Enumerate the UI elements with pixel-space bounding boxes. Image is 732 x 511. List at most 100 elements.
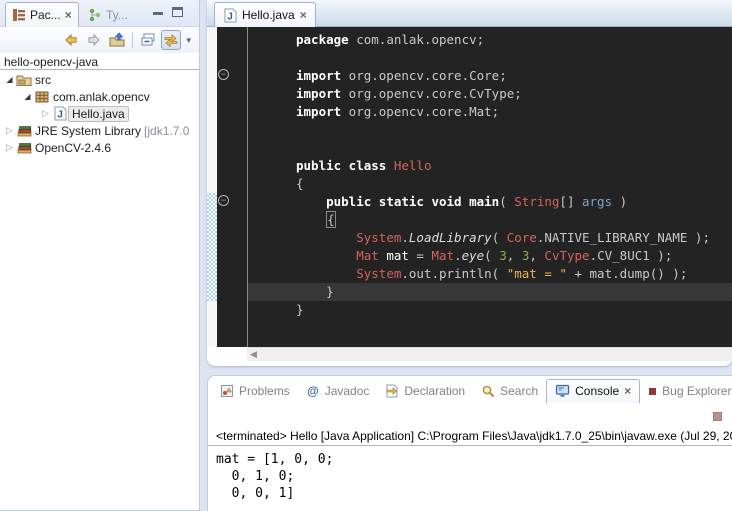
tree-item-label: src	[32, 73, 54, 87]
divider	[208, 445, 732, 446]
console-icon	[555, 384, 570, 398]
package-explorer-tree: ◢ src ◢ com.anlak.opencv ▷ J Hello.java ▷ JRE Sy…	[0, 71, 199, 156]
minimize-icon[interactable]	[153, 7, 163, 15]
code-line	[296, 139, 710, 157]
editor-panel: J Hello.java × −− package com.anlak.open…	[207, 0, 732, 366]
javadoc-icon: @	[306, 384, 320, 398]
type-hierarchy-icon	[88, 8, 102, 22]
tree-item-src[interactable]: ◢ src	[0, 71, 199, 88]
code-area[interactable]: package com.anlak.opencv; import org.ope…	[247, 27, 732, 347]
view-menu-icon[interactable]: ▾	[184, 35, 193, 46]
package-folder-icon	[15, 72, 32, 88]
tab-type-hierarchy-label: Ty...	[106, 8, 128, 22]
maximize-icon[interactable]	[172, 7, 183, 17]
close-icon[interactable]: ×	[65, 10, 72, 20]
divider	[0, 69, 199, 70]
code-line: System.out.println( "mat = " + mat.dump(…	[296, 265, 710, 283]
horizontal-scrollbar[interactable]: ◀	[247, 347, 732, 361]
folding-margin[interactable]: −−	[217, 27, 247, 347]
tab-label: Search	[500, 384, 538, 398]
tree-item-label: JRE System Library	[32, 124, 144, 138]
code-line: import org.opencv.core.Mat;	[296, 103, 710, 121]
svg-text:J: J	[227, 12, 233, 23]
forward-icon[interactable]	[84, 30, 104, 50]
editor-tab-hello-java[interactable]: J Hello.java ×	[214, 2, 316, 27]
link-with-editor-icon[interactable]	[161, 30, 181, 50]
tab-label: Declaration	[404, 384, 465, 398]
tab-javadoc[interactable]: @ Javadoc	[298, 380, 378, 403]
tab-label: Console	[575, 384, 619, 398]
declaration-icon	[385, 384, 399, 398]
editor-body[interactable]: −− package com.anlak.opencv; import org.…	[207, 27, 732, 347]
tab-problems[interactable]: Problems	[212, 380, 298, 403]
problems-icon	[220, 384, 234, 398]
tree-item-label: OpenCV-2.4.6	[32, 141, 114, 155]
up-icon[interactable]	[107, 30, 127, 50]
package-explorer-icon	[12, 8, 26, 22]
scroll-left-icon[interactable]: ◀	[250, 349, 257, 360]
tree-item-com-anlak-opencv[interactable]: ◢ com.anlak.opencv	[0, 88, 199, 105]
code-line: }	[296, 301, 710, 319]
tree-item-hello-java[interactable]: ▷ J Hello.java	[0, 105, 199, 122]
tree-item-label: com.anlak.opencv	[50, 90, 153, 104]
package-explorer-panel: Pac... × Ty... ▾ hello-opencv-java ◢src◢…	[0, 0, 200, 511]
code-line: {	[296, 175, 710, 193]
expand-icon[interactable]: ▷	[40, 108, 51, 119]
tab-search[interactable]: Search	[473, 380, 546, 403]
terminate-icon[interactable]	[713, 412, 722, 421]
expand-icon[interactable]: ▷	[4, 125, 15, 136]
annotation-ruler[interactable]	[207, 27, 217, 347]
tree-item-decoration: [jdk1.7.0	[144, 124, 189, 138]
range-indicator	[207, 193, 217, 301]
expand-icon[interactable]: ▷	[4, 142, 15, 153]
svg-text:J: J	[57, 110, 63, 121]
fold-collapse-icon[interactable]: −	[218, 195, 229, 206]
code-line: public class Hello	[296, 157, 710, 175]
editor-tabbar: J Hello.java ×	[207, 0, 732, 27]
code-line: package com.anlak.opencv;	[296, 31, 710, 49]
tab-package-explorer-label: Pac...	[30, 8, 61, 22]
code-line: }	[296, 283, 710, 301]
svg-text:@: @	[307, 384, 319, 398]
console-tabbar: Problems @ Javadoc Declaration Search Console…	[212, 378, 732, 403]
tab-label: Bug Explorer	[662, 384, 731, 398]
code-line	[296, 49, 710, 67]
fold-collapse-icon[interactable]: −	[218, 69, 229, 80]
tab-package-explorer[interactable]: Pac... ×	[5, 2, 79, 27]
code-line: import org.opencv.core.CvType;	[296, 85, 710, 103]
code-line: Mat mat = Mat.eye( 3, 3, CvType.CV_8UC1 …	[296, 247, 710, 265]
project-root-item[interactable]: hello-opencv-java	[4, 55, 98, 69]
tree-item-opencv-2-4-6[interactable]: ▷ OpenCV-2.4.6	[0, 139, 199, 156]
tab-label: Javadoc	[325, 384, 370, 398]
back-icon[interactable]	[61, 30, 81, 50]
code-line: import org.opencv.core.Core;	[296, 67, 710, 85]
console-panel: Problems @ Javadoc Declaration Search Console…	[207, 375, 732, 511]
tree-item-label: Hello.java	[68, 106, 129, 122]
close-icon[interactable]: ×	[300, 10, 307, 20]
search-icon	[481, 384, 495, 398]
library-icon	[15, 140, 32, 156]
collapse-icon[interactable]: ◢	[22, 92, 33, 101]
tree-item-jre-system-library[interactable]: ▷ JRE System Library [jdk1.7.0	[0, 122, 199, 139]
package-explorer-header: Pac... × Ty...	[0, 0, 199, 27]
library-icon	[15, 123, 32, 139]
java-file-icon: J	[223, 8, 237, 22]
package-explorer-toolbar: ▾	[0, 27, 199, 53]
collapse-all-icon[interactable]	[138, 30, 158, 50]
console-status: <terminated> Hello [Java Application] C:…	[216, 429, 732, 443]
console-output[interactable]: mat = [1, 0, 0; 0, 1, 0; 0, 0, 1]	[216, 451, 333, 502]
package-icon	[33, 89, 50, 105]
bug-explorer-icon	[648, 387, 657, 396]
collapse-icon[interactable]: ◢	[4, 75, 15, 84]
close-icon[interactable]: ×	[624, 386, 631, 396]
tab-declaration[interactable]: Declaration	[377, 380, 473, 403]
tab-console[interactable]: Console ×	[546, 379, 640, 403]
tab-type-hierarchy[interactable]: Ty...	[82, 2, 134, 27]
code-line	[296, 121, 710, 139]
java-file-icon: J	[51, 106, 68, 122]
code-line: {	[296, 211, 710, 229]
code-line: System.LoadLibrary( Core.NATIVE_LIBRARY_…	[296, 229, 710, 247]
tab-label: Problems	[239, 384, 290, 398]
code-text[interactable]: package com.anlak.opencv; import org.ope…	[296, 31, 710, 319]
tab-bug-explorer[interactable]: Bug Explorer	[640, 380, 732, 403]
